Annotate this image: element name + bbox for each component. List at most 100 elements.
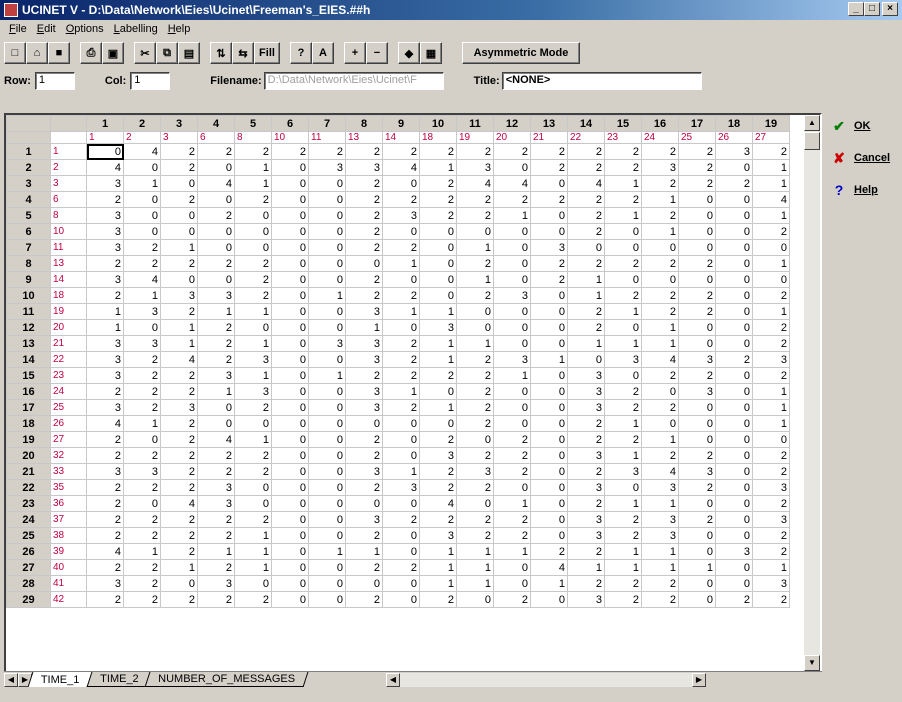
matrix-cell[interactable]: 1 <box>456 575 494 592</box>
matrix-cell[interactable]: 0 <box>715 191 753 208</box>
matrix-cell[interactable]: 0 <box>382 415 420 432</box>
row-field[interactable]: 1 <box>34 72 75 90</box>
matrix-cell[interactable]: 0 <box>234 319 272 336</box>
row-header[interactable]: 14 <box>6 351 51 368</box>
matrix-cell[interactable]: 1 <box>123 287 161 304</box>
matrix-cell[interactable]: 2 <box>678 143 716 160</box>
matrix-cell[interactable]: 4 <box>86 543 124 560</box>
matrix-cell[interactable]: 1 <box>641 223 679 240</box>
matrix-cell[interactable]: 2 <box>493 143 531 160</box>
matrix-cell[interactable]: 2 <box>86 527 124 544</box>
open-folder-icon[interactable]: ⌂ <box>26 42 48 64</box>
matrix-cell[interactable]: 0 <box>197 191 235 208</box>
matrix-cell[interactable]: 1 <box>530 575 568 592</box>
matrix-cell[interactable]: 2 <box>530 543 568 560</box>
matrix-cell[interactable]: 1 <box>419 303 457 320</box>
row-label[interactable]: 13 <box>50 255 87 272</box>
matrix-cell[interactable]: 2 <box>345 143 383 160</box>
matrix-cell[interactable]: 3 <box>678 383 716 400</box>
matrix-cell[interactable]: 1 <box>419 543 457 560</box>
matrix-cell[interactable]: 3 <box>678 351 716 368</box>
matrix-cell[interactable]: 0 <box>271 495 309 512</box>
matrix-cell[interactable]: 0 <box>715 479 753 496</box>
matrix-cell[interactable]: 0 <box>530 399 568 416</box>
vertical-scrollbar[interactable]: ▲ ▼ <box>804 115 820 671</box>
column-header[interactable]: 7 <box>308 115 346 132</box>
matrix-cell[interactable]: 2 <box>752 591 790 608</box>
matrix-cell[interactable]: 0 <box>160 223 198 240</box>
matrix-cell[interactable]: 2 <box>160 543 198 560</box>
matrix-cell[interactable]: 1 <box>86 303 124 320</box>
matrix-cell[interactable]: 0 <box>271 255 309 272</box>
matrix-cell[interactable]: 2 <box>493 191 531 208</box>
matrix-cell[interactable]: 2 <box>345 271 383 288</box>
matrix-cell[interactable]: 1 <box>234 431 272 448</box>
matrix-cell[interactable]: 0 <box>271 239 309 256</box>
close-button[interactable]: × <box>882 2 898 16</box>
matrix-cell[interactable]: 0 <box>493 559 531 576</box>
matrix-cell[interactable]: 3 <box>86 207 124 224</box>
matrix-cell[interactable]: 2 <box>123 367 161 384</box>
matrix-cell[interactable]: 0 <box>493 335 531 352</box>
row-label[interactable]: 37 <box>50 511 87 528</box>
matrix-cell[interactable]: 2 <box>345 431 383 448</box>
matrix-cell[interactable]: 1 <box>160 335 198 352</box>
matrix-cell[interactable]: 1 <box>456 335 494 352</box>
matrix-cell[interactable]: 2 <box>197 143 235 160</box>
matrix-cell[interactable]: 2 <box>604 399 642 416</box>
print-preview-icon[interactable]: ▣ <box>102 42 124 64</box>
scroll-left-button[interactable]: ◀ <box>385 672 400 687</box>
matrix-cell[interactable]: 0 <box>493 479 531 496</box>
matrix-cell[interactable]: 0 <box>308 383 346 400</box>
matrix-cell[interactable]: 2 <box>382 335 420 352</box>
matrix-cell[interactable]: 2 <box>567 143 605 160</box>
matrix-cell[interactable]: 2 <box>271 143 309 160</box>
row-label[interactable]: 8 <box>50 207 87 224</box>
matrix-cell[interactable]: 2 <box>382 351 420 368</box>
row-label[interactable]: 32 <box>50 447 87 464</box>
column-header[interactable]: 10 <box>419 115 457 132</box>
matrix-cell[interactable]: 2 <box>567 543 605 560</box>
save-icon[interactable]: ■ <box>48 42 70 64</box>
matrix-cell[interactable]: 1 <box>160 559 198 576</box>
matrix-cell[interactable]: 1 <box>493 367 531 384</box>
matrix-cell[interactable]: 2 <box>456 399 494 416</box>
column-label[interactable]: 8 <box>234 131 272 144</box>
matrix-cell[interactable]: 1 <box>604 303 642 320</box>
matrix-cell[interactable]: 0 <box>271 447 309 464</box>
matrix-cell[interactable]: 2 <box>567 207 605 224</box>
matrix-cell[interactable]: 3 <box>86 367 124 384</box>
matrix-cell[interactable]: 1 <box>234 175 272 192</box>
matrix-cell[interactable]: 0 <box>715 239 753 256</box>
matrix-cell[interactable]: 0 <box>715 207 753 224</box>
matrix-cell[interactable]: 1 <box>604 207 642 224</box>
matrix-cell[interactable]: 0 <box>678 415 716 432</box>
matrix-cell[interactable]: 2 <box>123 479 161 496</box>
matrix-cell[interactable]: 0 <box>271 527 309 544</box>
matrix-cell[interactable]: 0 <box>715 447 753 464</box>
font-icon[interactable]: A <box>312 42 334 64</box>
matrix-cell[interactable]: 1 <box>234 543 272 560</box>
column-label[interactable]: 23 <box>604 131 642 144</box>
matrix-cell[interactable]: 2 <box>493 591 531 608</box>
matrix-cell[interactable]: 2 <box>160 463 198 480</box>
matrix-cell[interactable]: 2 <box>160 447 198 464</box>
matrix-cell[interactable]: 0 <box>493 399 531 416</box>
matrix-cell[interactable]: 3 <box>419 447 457 464</box>
matrix-cell[interactable]: 3 <box>567 367 605 384</box>
matrix-cell[interactable]: 0 <box>715 415 753 432</box>
title-field[interactable]: <NONE> <box>501 72 702 90</box>
matrix-cell[interactable]: 1 <box>382 463 420 480</box>
matrix-cell[interactable]: 1 <box>382 255 420 272</box>
matrix-cell[interactable]: 0 <box>678 335 716 352</box>
row-label[interactable]: 41 <box>50 575 87 592</box>
matrix-cell[interactable]: 2 <box>678 479 716 496</box>
matrix-cell[interactable]: 2 <box>604 575 642 592</box>
matrix-cell[interactable]: 2 <box>419 143 457 160</box>
matrix-cell[interactable]: 0 <box>493 383 531 400</box>
matrix-cell[interactable]: 2 <box>382 399 420 416</box>
matrix-cell[interactable]: 0 <box>715 495 753 512</box>
matrix-cell[interactable]: 2 <box>715 591 753 608</box>
matrix-cell[interactable]: 2 <box>641 303 679 320</box>
matrix-cell[interactable]: 2 <box>567 255 605 272</box>
